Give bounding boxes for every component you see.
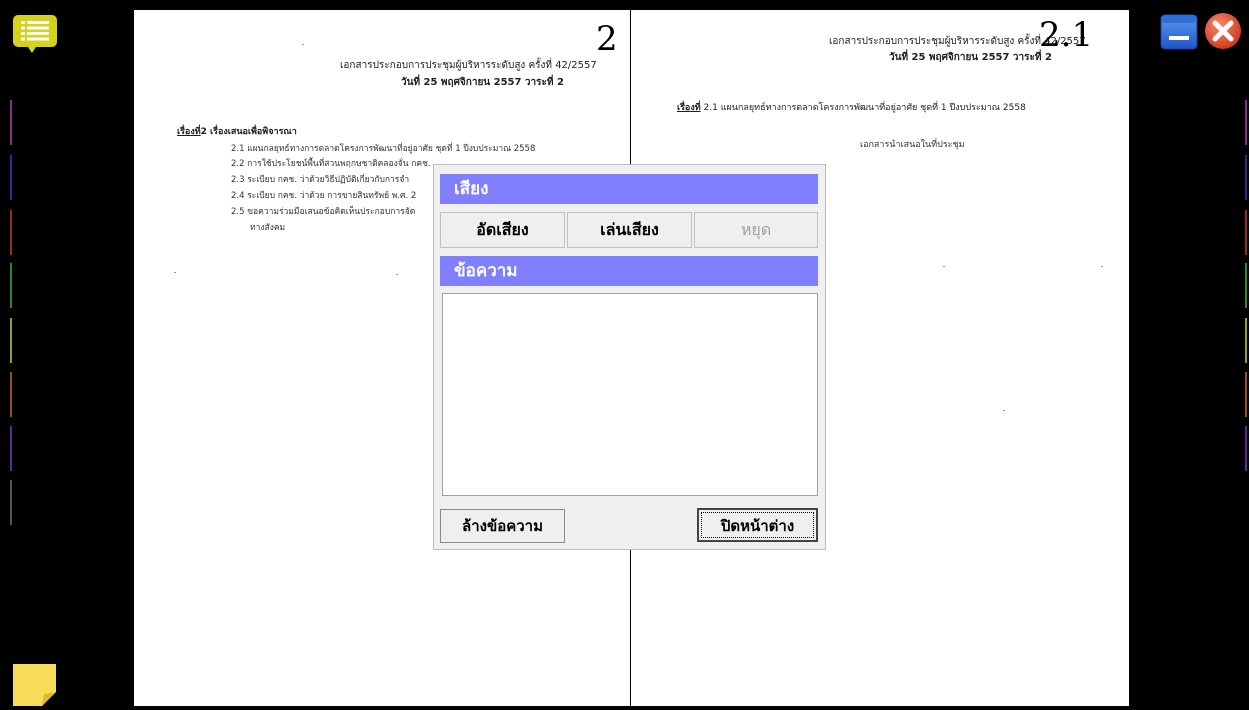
agenda-item: ทางสังคม: [250, 223, 286, 233]
stop-button[interactable]: หยุด: [694, 212, 818, 248]
record-button[interactable]: อัดเสียง: [440, 212, 565, 248]
document-date: วันที่ 25 พฤศจิกายน 2557 วาระที่ 2: [889, 52, 1052, 63]
document-header: เอกสารประกอบการประชุมผู้บริหารระดับสูง ค…: [340, 60, 597, 71]
document-subtitle: เอกสารนำเสนอในที่ประชุม: [860, 140, 965, 150]
voice-note-dialog: เสียง อัดเสียง เล่นเสียง หยุด ข้อความ ล้…: [433, 164, 826, 550]
minimize-icon[interactable]: [1160, 14, 1198, 50]
play-button[interactable]: เล่นเสียง: [567, 212, 692, 248]
menu-list-icon[interactable]: [12, 14, 58, 54]
page-number: 2: [596, 19, 618, 59]
sticky-note-icon[interactable]: [13, 664, 56, 706]
agenda-item: 2.1 แผนกลยุทธ์ทางการตลาดโครงการพัฒนาที่อ…: [231, 144, 536, 154]
agenda-item: 2.3 ระเบียบ กคช. ว่าด้วยวิธีปฏิบัติเกี่ย…: [231, 175, 410, 185]
subject-prefix: เรื่องที่: [677, 103, 701, 113]
sound-section-header: เสียง: [440, 174, 818, 204]
page-number: 2.1: [1039, 15, 1094, 55]
subject-prefix: เรื่องที่: [177, 127, 201, 137]
agenda-item: 2.2 การใช้ประโยชน์พื้นที่สวนพฤกษชาติคลอง…: [231, 159, 431, 169]
subject-text: 2 เรื่องเสนอเพื่อพิจารณา: [200, 127, 297, 137]
close-window-button[interactable]: ปิดหน้าต่าง: [697, 508, 818, 542]
agenda-item: 2.4 ระเบียบ กคช. ว่าด้วย การขายสินทรัพย์…: [231, 191, 417, 201]
subject-text: 2.1 แผนกลยุทธ์ทางการตลาดโครงการพัฒนาที่อ…: [700, 103, 1026, 113]
close-icon[interactable]: [1204, 12, 1242, 50]
message-section-header: ข้อความ: [440, 256, 818, 286]
clear-message-button[interactable]: ล้างข้อความ: [440, 509, 565, 543]
message-textarea[interactable]: [442, 293, 818, 496]
subject-title: เรื่องที่ 2.1 แผนกลยุทธ์ทางการตลาดโครงกา…: [677, 100, 1026, 114]
subject-title: เรื่องที่2 เรื่องเสนอเพื่อพิจารณา: [177, 124, 297, 138]
document-date: วันที่ 25 พฤศจิกายน 2557 วาระที่ 2: [401, 77, 564, 88]
agenda-item: 2.5 ขอความร่วมมือเสนอข้อคิดเห็นประกอบการ…: [231, 207, 416, 217]
